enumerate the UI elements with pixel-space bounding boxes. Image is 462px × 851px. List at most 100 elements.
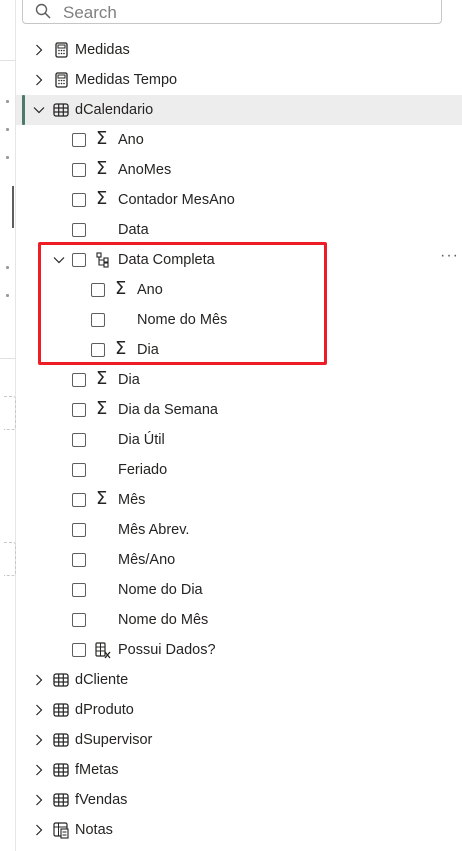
drop-zone[interactable] (4, 396, 16, 430)
field-checkbox[interactable] (72, 163, 86, 177)
field-data[interactable]: Data (16, 215, 462, 245)
hierarchy-data-completa[interactable]: Data Completa ··· (16, 245, 462, 275)
hierarchy-level-ano[interactable]: Σ Ano (16, 275, 462, 305)
sigma-icon: Σ (96, 128, 108, 149)
sigma-icon: Σ (96, 368, 108, 389)
field-checkbox[interactable] (72, 223, 86, 237)
sigma-icon: Σ (115, 338, 127, 359)
calculated-column-icon (94, 641, 112, 659)
search-placeholder: Search (63, 3, 117, 22)
field-label: Dia (137, 342, 159, 358)
chevron-right-icon[interactable] (32, 673, 46, 687)
field-dia-da-semana[interactable]: Σ Dia da Semana (16, 395, 462, 425)
table-medidas-tempo[interactable]: Medidas Tempo (16, 65, 462, 95)
table-medidas[interactable]: Medidas (16, 35, 462, 65)
field-anomes[interactable]: Σ AnoMes (16, 155, 462, 185)
table-label: Medidas Tempo (75, 72, 178, 88)
table-label: dCalendario (75, 102, 154, 118)
field-mes-ano[interactable]: Mês/Ano (16, 545, 462, 575)
field-checkbox[interactable] (72, 523, 86, 537)
field-checkbox[interactable] (72, 433, 86, 447)
chevron-right-icon[interactable] (32, 763, 46, 777)
sigma-icon: Σ (115, 278, 127, 299)
field-dia-util[interactable]: Dia Útil (16, 425, 462, 455)
chevron-right-icon[interactable] (32, 73, 46, 87)
field-feriado[interactable]: Feriado (16, 455, 462, 485)
field-label: Ano (137, 282, 163, 298)
field-label: Nome do Mês (137, 312, 228, 328)
field-checkbox[interactable] (72, 193, 86, 207)
field-label: Mês (118, 492, 146, 508)
table-icon (52, 731, 70, 749)
field-possui-dados[interactable]: Possui Dados? (16, 635, 462, 665)
field-label: Possui Dados? (118, 642, 216, 658)
chevron-right-icon[interactable] (32, 733, 46, 747)
pane-marker (6, 294, 9, 297)
field-ano[interactable]: Σ Ano (16, 125, 462, 155)
table-icon (52, 671, 70, 689)
sigma-icon: Σ (96, 188, 108, 209)
chevron-right-icon[interactable] (32, 793, 46, 807)
table-label: fMetas (75, 762, 119, 778)
field-checkbox[interactable] (72, 403, 86, 417)
field-contador-mesano[interactable]: Σ Contador MesAno (16, 185, 462, 215)
field-mes[interactable]: Σ Mês (16, 485, 462, 515)
field-label: Nome do Mês (118, 612, 209, 628)
field-label: Ano (118, 132, 144, 148)
divider (0, 358, 16, 359)
hierarchy-level-nome-do-mes[interactable]: Nome do Mês (16, 305, 462, 335)
field-label: Mês Abrev. (118, 522, 190, 538)
table-fmetas[interactable]: fMetas (16, 755, 462, 785)
hierarchy-icon (94, 251, 112, 269)
field-mes-abrev[interactable]: Mês Abrev. (16, 515, 462, 545)
field-checkbox[interactable] (72, 373, 86, 387)
chevron-right-icon[interactable] (32, 823, 46, 837)
table-label: dCliente (75, 672, 129, 688)
field-checkbox[interactable] (72, 553, 86, 567)
field-label: Dia Útil (118, 432, 165, 448)
pane-marker (6, 128, 9, 131)
chevron-down-icon[interactable] (32, 103, 46, 117)
sigma-icon: Σ (96, 488, 108, 509)
table-label: dSupervisor (75, 732, 153, 748)
chevron-right-icon[interactable] (32, 43, 46, 57)
field-checkbox[interactable] (72, 133, 86, 147)
field-label: Data Completa (118, 252, 215, 268)
field-nome-do-dia[interactable]: Nome do Dia (16, 575, 462, 605)
pane-marker (6, 100, 9, 103)
field-label: Feriado (118, 462, 168, 478)
calculated-table-icon (52, 821, 70, 839)
field-checkbox[interactable] (72, 463, 86, 477)
field-checkbox[interactable] (72, 643, 86, 657)
search-box[interactable]: Search (22, 0, 442, 24)
chevron-right-icon[interactable] (32, 703, 46, 717)
table-icon (52, 101, 70, 119)
field-dia[interactable]: Σ Dia (16, 365, 462, 395)
table-label: Medidas (75, 42, 130, 58)
search-icon (35, 3, 51, 19)
table-dproduto[interactable]: dProduto (16, 695, 462, 725)
table-icon (52, 761, 70, 779)
field-label: Mês/Ano (118, 552, 176, 568)
field-checkbox[interactable] (91, 283, 105, 297)
chevron-down-icon[interactable] (52, 253, 66, 267)
field-checkbox[interactable] (91, 313, 105, 327)
more-options-icon[interactable]: ··· (440, 247, 459, 265)
table-dcalendario[interactable]: dCalendario (16, 95, 462, 125)
table-notas[interactable]: Notas (16, 815, 462, 845)
table-icon (52, 791, 70, 809)
table-dcliente[interactable]: dCliente (16, 665, 462, 695)
pane-marker (6, 266, 9, 269)
field-checkbox[interactable] (72, 613, 86, 627)
table-dsupervisor[interactable]: dSupervisor (16, 725, 462, 755)
table-label: dProduto (75, 702, 134, 718)
field-checkbox[interactable] (72, 583, 86, 597)
field-checkbox[interactable] (72, 253, 86, 267)
table-fvendas[interactable]: fVendas (16, 785, 462, 815)
drop-zone[interactable] (4, 542, 16, 576)
field-nome-do-mes[interactable]: Nome do Mês (16, 605, 462, 635)
hierarchy-level-dia[interactable]: Σ Dia (16, 335, 462, 365)
pane-marker (12, 186, 14, 228)
field-checkbox[interactable] (72, 493, 86, 507)
field-checkbox[interactable] (91, 343, 105, 357)
